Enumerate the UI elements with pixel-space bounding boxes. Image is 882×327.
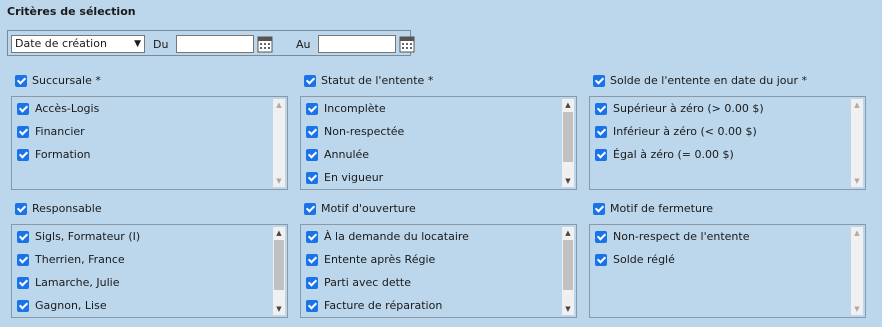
scrollbar[interactable]: ▲ ▼ [851,227,863,315]
scroll-up-icon[interactable]: ▲ [273,227,285,239]
list-item[interactable]: Facture de réparation [306,298,576,317]
checkbox-checked-icon[interactable] [595,254,607,266]
scroll-thumb[interactable] [563,112,573,162]
list-item[interactable]: Inférieur à zéro (< 0.00 $) [595,124,865,147]
list-item[interactable]: Égal à zéro (= 0.00 $) [595,147,865,170]
scroll-up-icon[interactable]: ▲ [562,99,574,111]
scroll-thumb[interactable] [563,240,573,290]
group-label: Solde de l'entente en date du jour * [610,74,807,87]
list-item[interactable]: Accès-Logis [17,101,287,124]
list-item[interactable]: Non-respectée [306,124,576,147]
group-label: Motif d'ouverture [321,202,416,215]
checkbox-checked-icon[interactable] [17,126,29,138]
checkbox-checked-icon[interactable] [17,231,29,243]
checkbox-checked-icon[interactable] [306,103,318,115]
checkbox-checked-icon[interactable] [306,277,318,289]
responsable-list[interactable]: Sigls, Formateur (I) Therrien, France La… [11,224,288,318]
scrollbar[interactable]: ▲ ▼ [273,227,285,315]
checkbox-checked-icon[interactable] [306,254,318,266]
date-filter-bar: Date de création ▼ Du Au [7,30,415,56]
date-type-selected: Date de création [15,37,107,50]
list-item[interactable]: Parti avec dette [306,275,576,298]
list-item[interactable]: En vigueur [306,170,576,189]
checkbox-checked-icon[interactable] [595,149,607,161]
scroll-down-icon[interactable]: ▼ [273,303,285,315]
scroll-down-icon[interactable]: ▼ [562,175,574,187]
checkbox-checked-icon[interactable] [306,126,318,138]
group-label: Responsable [32,202,102,215]
to-label: Au [296,38,311,51]
scrollbar[interactable]: ▲ ▼ [562,99,574,187]
checkbox-checked-icon[interactable] [15,75,27,87]
chevron-down-icon: ▼ [134,39,141,49]
group-statut-header[interactable]: Statut de l'entente * [304,73,433,89]
motif-ouverture-list[interactable]: À la demande du locataire Entente après … [300,224,577,318]
group-label: Motif de fermeture [610,202,713,215]
date-type-select[interactable]: Date de création ▼ [11,35,145,53]
to-date-input[interactable] [318,35,396,53]
checkbox-checked-icon[interactable] [15,203,27,215]
scroll-up-icon[interactable]: ▲ [562,227,574,239]
scroll-down-icon[interactable]: ▼ [273,175,285,187]
from-date-input[interactable] [176,35,254,53]
list-item[interactable]: Entente après Régie [306,252,576,275]
succursale-list[interactable]: Accès-Logis Financier Formation ▲ ▼ [11,96,288,190]
checkbox-checked-icon[interactable] [595,231,607,243]
group-label: Statut de l'entente * [321,74,434,87]
checkbox-checked-icon[interactable] [304,75,316,87]
scroll-thumb[interactable] [274,240,284,290]
group-motif-ouverture-header[interactable]: Motif d'ouverture [304,201,416,217]
checkbox-checked-icon[interactable] [595,103,607,115]
list-item[interactable]: Gagnon, Lise [17,298,287,317]
scroll-up-icon[interactable]: ▲ [273,99,285,111]
checkbox-checked-icon[interactable] [306,231,318,243]
checkbox-checked-icon[interactable] [17,254,29,266]
scrollbar[interactable]: ▲ ▼ [562,227,574,315]
checkbox-checked-icon[interactable] [17,149,29,161]
group-solde-header[interactable]: Solde de l'entente en date du jour * [593,73,807,89]
group-succursale-header[interactable]: Succursale * [15,73,101,89]
calendar-icon[interactable] [399,35,415,53]
scroll-up-icon[interactable]: ▲ [851,227,863,239]
list-item[interactable]: Formation [17,147,287,170]
from-label: Du [153,38,169,51]
list-item[interactable]: Non-respect de l'entente [595,229,865,252]
list-item[interactable]: Annulée [306,147,576,170]
solde-list[interactable]: Supérieur à zéro (> 0.00 $) Inférieur à … [589,96,866,190]
list-item[interactable]: Sigls, Formateur (I) [17,229,287,252]
list-item[interactable]: Incomplète [306,101,576,124]
checkbox-checked-icon[interactable] [306,300,318,312]
checkbox-checked-icon[interactable] [17,103,29,115]
checkbox-checked-icon[interactable] [17,300,29,312]
group-label: Succursale * [32,74,101,87]
statut-list[interactable]: Incomplète Non-respectée Annulée En vigu… [300,96,577,190]
calendar-icon[interactable] [257,35,273,53]
list-item[interactable]: Therrien, France [17,252,287,275]
checkbox-checked-icon[interactable] [306,172,318,184]
checkbox-checked-icon[interactable] [593,75,605,87]
group-responsable-header[interactable]: Responsable [15,201,102,217]
scroll-down-icon[interactable]: ▼ [851,303,863,315]
checkbox-checked-icon[interactable] [304,203,316,215]
scroll-up-icon[interactable]: ▲ [851,99,863,111]
list-item[interactable]: Financier [17,124,287,147]
scroll-down-icon[interactable]: ▼ [562,303,574,315]
list-item[interactable]: Supérieur à zéro (> 0.00 $) [595,101,865,124]
scrollbar[interactable]: ▲ ▼ [851,99,863,187]
motif-fermeture-list[interactable]: Non-respect de l'entente Solde réglé ▲ ▼ [589,224,866,318]
checkbox-checked-icon[interactable] [17,277,29,289]
list-item[interactable]: À la demande du locataire [306,229,576,252]
checkbox-checked-icon[interactable] [595,126,607,138]
checkbox-checked-icon[interactable] [593,203,605,215]
list-item[interactable]: Lamarche, Julie [17,275,287,298]
scrollbar[interactable]: ▲ ▼ [273,99,285,187]
checkbox-checked-icon[interactable] [306,149,318,161]
page-title: Critères de sélection [7,5,136,18]
scroll-down-icon[interactable]: ▼ [851,175,863,187]
list-item[interactable]: Solde réglé [595,252,865,275]
group-motif-fermeture-header[interactable]: Motif de fermeture [593,201,713,217]
